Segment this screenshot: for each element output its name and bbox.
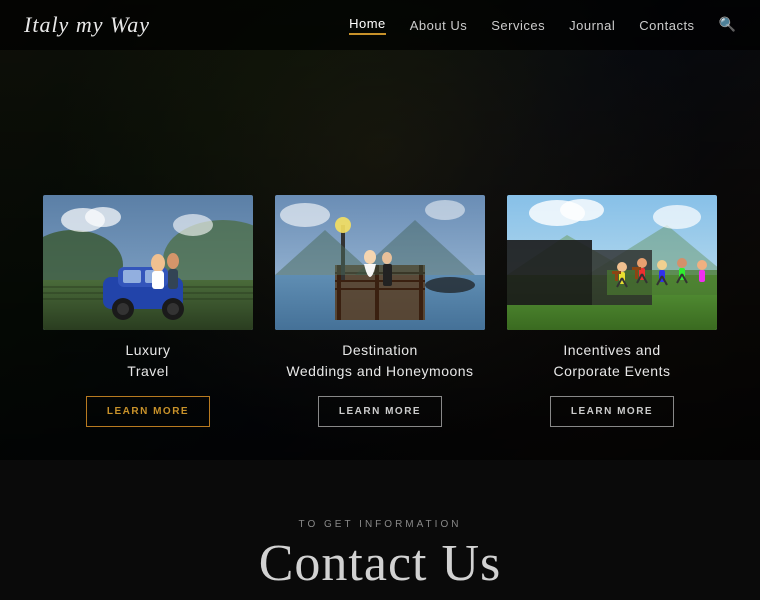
nav-contacts[interactable]: Contacts [639, 18, 694, 33]
main-nav: Home About Us Services Journal Contacts … [349, 16, 736, 35]
card-luxury-travel: Luxury Travel LEARN MORE [43, 195, 253, 427]
card-corporate: Incentives and Corporate Events LEARN MO… [507, 195, 717, 427]
nav-services[interactable]: Services [491, 18, 545, 33]
card-title-corporate: Incentives and Corporate Events [554, 340, 671, 382]
site-logo: Italy my Way [24, 12, 150, 38]
learn-more-weddings[interactable]: LEARN MORE [318, 396, 442, 427]
card-image-weddings [275, 195, 485, 330]
card-image-luxury [43, 195, 253, 330]
learn-more-corporate[interactable]: LEARN MORE [550, 396, 674, 427]
card-image-corporate [507, 195, 717, 330]
search-icon[interactable]: 🔍 [719, 17, 736, 34]
card-title-weddings: Destination Weddings and Honeymoons [286, 340, 473, 382]
site-header: Italy my Way Home About Us Services Jour… [0, 0, 760, 50]
bottom-heading: Contact Us [259, 538, 502, 590]
nav-home[interactable]: Home [349, 16, 386, 35]
nav-journal[interactable]: Journal [569, 18, 615, 33]
nav-about[interactable]: About Us [410, 18, 467, 33]
bottom-label: TO GET INFORMATION [299, 519, 462, 530]
bottom-section: TO GET INFORMATION Contact Us [0, 460, 760, 600]
bottom-heading-text: Contact Us [259, 535, 502, 592]
learn-more-luxury[interactable]: LEARN MORE [86, 396, 210, 427]
cards-section: Luxury Travel LEARN MORE [0, 195, 760, 427]
card-title-luxury: Luxury Travel [125, 340, 170, 382]
card-weddings: Destination Weddings and Honeymoons LEAR… [275, 195, 485, 427]
